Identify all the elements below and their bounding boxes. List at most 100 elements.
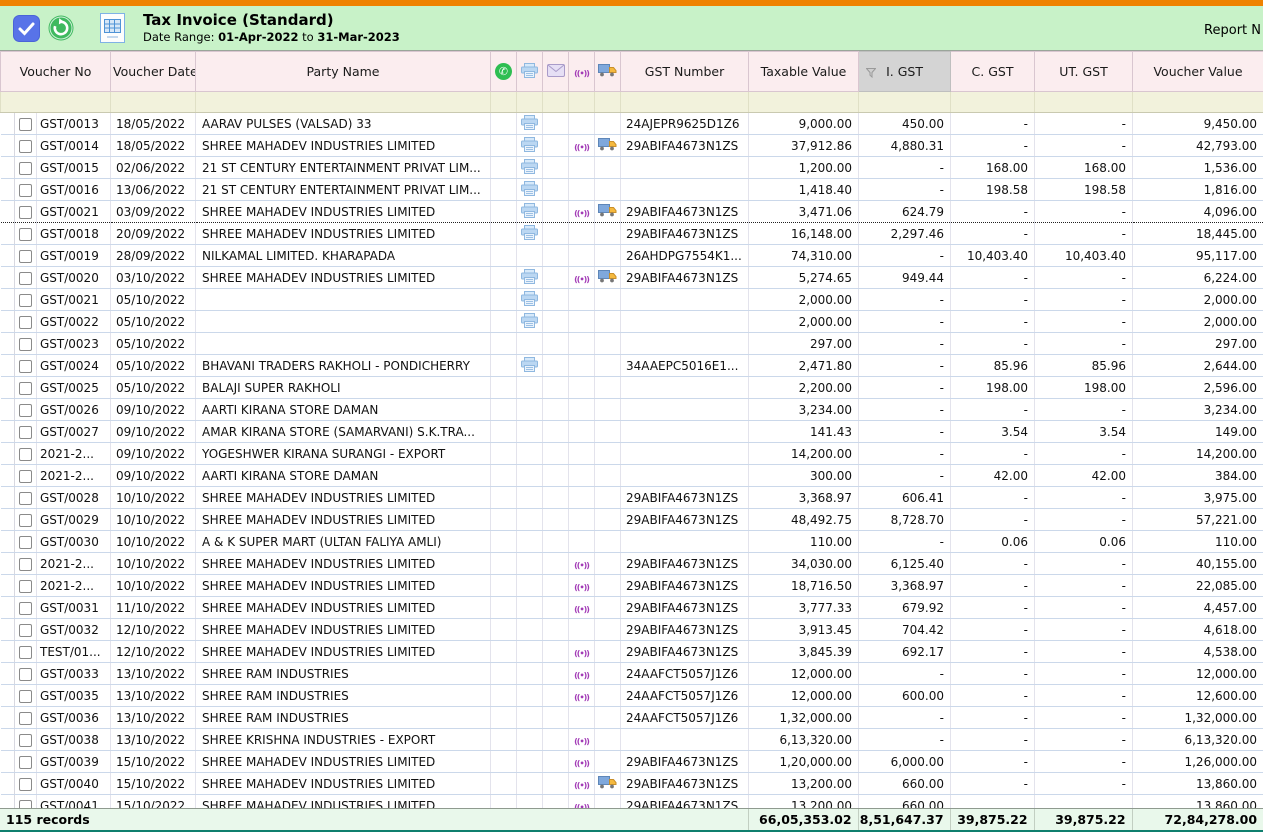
broadcast-icon[interactable]: ((•))	[574, 671, 589, 680]
print-cell[interactable]	[517, 113, 543, 135]
row-checkbox[interactable]	[19, 404, 32, 417]
truck-icon[interactable]	[598, 269, 617, 283]
filter-cell-cgst[interactable]	[951, 92, 1035, 113]
row-checkbox-cell[interactable]	[15, 795, 37, 809]
row-checkbox-cell[interactable]	[15, 245, 37, 267]
row-checkbox-cell[interactable]	[15, 267, 37, 289]
table-row[interactable]: GST/002205/10/20222,000.00---2,000.00	[1, 311, 1263, 333]
broadcast-icon[interactable]: ((•))	[574, 803, 589, 809]
col-header-gst-number[interactable]: GST Number	[621, 52, 749, 92]
table-row[interactable]: GST/002103/09/2022SHREE MAHADEV INDUSTRI…	[1, 201, 1263, 223]
row-checkbox-cell[interactable]	[15, 465, 37, 487]
truck-icon[interactable]	[598, 137, 617, 151]
row-checkbox[interactable]	[19, 536, 32, 549]
row-checkbox[interactable]	[19, 206, 32, 219]
broadcast-icon[interactable]: ((•))	[574, 693, 589, 702]
broadcast-cell[interactable]: ((•))	[569, 597, 595, 619]
table-row[interactable]: GST/003212/10/2022SHREE MAHADEV INDUSTRI…	[1, 619, 1263, 641]
truck-icon[interactable]	[598, 203, 617, 217]
truck-cell[interactable]	[595, 201, 621, 223]
row-checkbox-cell[interactable]	[15, 597, 37, 619]
printer-icon[interactable]	[521, 159, 538, 174]
col-header-taxable-value[interactable]: Taxable Value	[749, 52, 859, 92]
table-row[interactable]: 2021-2...09/10/2022YOGESHWER KIRANA SURA…	[1, 443, 1263, 465]
table-row[interactable]: GST/002305/10/2022297.00---297.00	[1, 333, 1263, 355]
table-row[interactable]: GST/001318/05/2022AARAV PULSES (VALSAD) …	[1, 113, 1263, 135]
row-checkbox[interactable]	[19, 360, 32, 373]
table-row[interactable]: GST/003010/10/2022A & K SUPER MART (ULTA…	[1, 531, 1263, 553]
row-checkbox-cell[interactable]	[15, 663, 37, 685]
col-header-truck[interactable]	[595, 52, 621, 92]
row-checkbox-cell[interactable]	[15, 751, 37, 773]
row-checkbox-cell[interactable]	[15, 685, 37, 707]
broadcast-cell[interactable]: ((•))	[569, 729, 595, 751]
broadcast-icon[interactable]: ((•))	[574, 583, 589, 592]
table-row[interactable]: 2021-2...09/10/2022AARTI KIRANA STORE DA…	[1, 465, 1263, 487]
row-checkbox[interactable]	[19, 272, 32, 285]
printer-icon[interactable]	[521, 203, 538, 218]
row-checkbox-cell[interactable]	[15, 333, 37, 355]
row-checkbox-cell[interactable]	[15, 355, 37, 377]
broadcast-cell[interactable]: ((•))	[569, 135, 595, 157]
print-cell[interactable]	[517, 201, 543, 223]
row-checkbox[interactable]	[19, 184, 32, 197]
row-checkbox-cell[interactable]	[15, 135, 37, 157]
row-checkbox[interactable]	[19, 712, 32, 725]
broadcast-icon[interactable]: ((•))	[574, 759, 589, 768]
broadcast-icon[interactable]: ((•))	[574, 209, 589, 218]
funnel-icon[interactable]	[866, 66, 876, 81]
truck-cell[interactable]	[595, 773, 621, 795]
truck-cell[interactable]	[595, 267, 621, 289]
table-row[interactable]: GST/003915/10/2022SHREE MAHADEV INDUSTRI…	[1, 751, 1263, 773]
row-checkbox-cell[interactable]	[15, 553, 37, 575]
table-row[interactable]: GST/003313/10/2022SHREE RAM INDUSTRIES((…	[1, 663, 1263, 685]
row-checkbox-cell[interactable]	[15, 487, 37, 509]
row-checkbox[interactable]	[19, 250, 32, 263]
table-row[interactable]: GST/002810/10/2022SHREE MAHADEV INDUSTRI…	[1, 487, 1263, 509]
row-checkbox[interactable]	[19, 294, 32, 307]
filter-cell-taxable-value[interactable]	[749, 92, 859, 113]
report-name-label[interactable]: Report N	[1204, 23, 1261, 38]
table-row[interactable]: GST/002609/10/2022AARTI KIRANA STORE DAM…	[1, 399, 1263, 421]
row-checkbox[interactable]	[19, 470, 32, 483]
print-cell[interactable]	[517, 267, 543, 289]
broadcast-cell[interactable]: ((•))	[569, 575, 595, 597]
print-cell[interactable]	[517, 289, 543, 311]
row-checkbox-cell[interactable]	[15, 421, 37, 443]
col-header-print[interactable]	[517, 52, 543, 92]
row-checkbox[interactable]	[19, 580, 32, 593]
print-cell[interactable]	[517, 135, 543, 157]
row-checkbox-cell[interactable]	[15, 223, 37, 245]
row-checkbox-cell[interactable]	[15, 113, 37, 135]
row-checkbox[interactable]	[19, 800, 32, 809]
table-row[interactable]: TEST/01...12/10/2022SHREE MAHADEV INDUST…	[1, 641, 1263, 663]
row-checkbox-cell[interactable]	[15, 399, 37, 421]
broadcast-cell[interactable]: ((•))	[569, 685, 595, 707]
truck-cell[interactable]	[595, 135, 621, 157]
printer-icon[interactable]	[521, 269, 538, 284]
row-checkbox[interactable]	[19, 492, 32, 505]
table-row[interactable]: GST/002003/10/2022SHREE MAHADEV INDUSTRI…	[1, 267, 1263, 289]
row-checkbox[interactable]	[19, 646, 32, 659]
refresh-button[interactable]	[48, 15, 74, 41]
col-header-igst[interactable]: I. GST	[859, 52, 951, 92]
row-checkbox[interactable]	[19, 602, 32, 615]
filter-cell-igst[interactable]	[859, 92, 951, 113]
filter-cell-voucher-no[interactable]	[1, 92, 111, 113]
col-header-utgst[interactable]: UT. GST	[1035, 52, 1133, 92]
table-row[interactable]: GST/001502/06/202221 ST CENTURY ENTERTAI…	[1, 157, 1263, 179]
row-checkbox-cell[interactable]	[15, 773, 37, 795]
table-row[interactable]: GST/002105/10/20222,000.00---2,000.00	[1, 289, 1263, 311]
truck-icon[interactable]	[598, 775, 617, 789]
row-checkbox-cell[interactable]	[15, 619, 37, 641]
row-checkbox-cell[interactable]	[15, 443, 37, 465]
broadcast-cell[interactable]: ((•))	[569, 663, 595, 685]
broadcast-icon[interactable]: ((•))	[574, 781, 589, 790]
print-cell[interactable]	[517, 157, 543, 179]
filter-cell-voucher-date[interactable]	[111, 92, 196, 113]
row-checkbox[interactable]	[19, 514, 32, 527]
col-header-voucher-value[interactable]: Voucher Value	[1133, 52, 1263, 92]
table-row[interactable]: GST/002505/10/2022BALAJI SUPER RAKHOLI2,…	[1, 377, 1263, 399]
row-checkbox-cell[interactable]	[15, 729, 37, 751]
row-checkbox[interactable]	[19, 162, 32, 175]
